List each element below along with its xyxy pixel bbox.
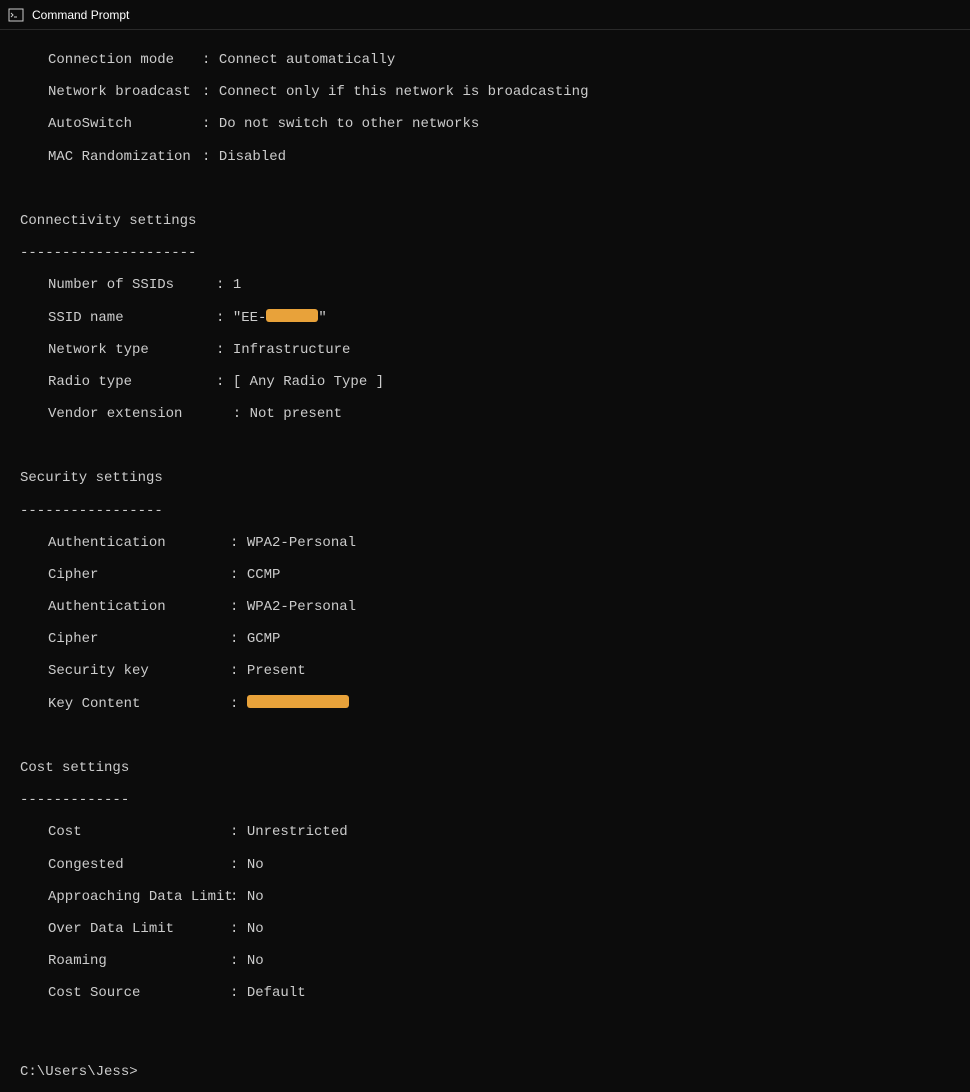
value: GCMP	[247, 631, 281, 647]
separator: :	[216, 310, 233, 326]
separator: :	[230, 985, 247, 1001]
row-congested: Congested: No	[20, 857, 950, 873]
separator: :	[230, 535, 247, 551]
row-approaching: Approaching Data Limit: No	[20, 889, 950, 905]
separator: :	[216, 374, 233, 390]
value: Disabled	[219, 149, 286, 165]
label: Cipher	[48, 631, 230, 647]
value: Default	[247, 985, 306, 1001]
label: Network broadcast	[48, 84, 202, 100]
row-number-ssids: Number of SSIDs: 1	[20, 277, 950, 293]
value: Present	[247, 663, 306, 679]
row-roaming: Roaming: No	[20, 953, 950, 969]
value: WPA2-Personal	[247, 599, 356, 615]
row-key-content: Key Content:	[20, 696, 950, 712]
label: Over Data Limit	[48, 921, 230, 937]
row-ssid-name: SSID name: "EE- "	[20, 310, 950, 326]
value: No	[247, 921, 264, 937]
separator: :	[216, 342, 233, 358]
section-cost-title: Cost settings	[20, 760, 950, 776]
label: Radio type	[48, 374, 216, 390]
separator: :	[216, 277, 233, 293]
row-over: Over Data Limit: No	[20, 921, 950, 937]
separator: :	[230, 696, 247, 712]
label: Network type	[48, 342, 216, 358]
row-cipher2: Cipher: GCMP	[20, 631, 950, 647]
value: WPA2-Personal	[247, 535, 356, 551]
label: Cipher	[48, 567, 230, 583]
separator: :	[230, 631, 247, 647]
redacted-key	[247, 695, 349, 708]
value: Unrestricted	[247, 824, 348, 840]
value: Connect only if this network is broadcas…	[219, 84, 589, 100]
separator: :	[230, 889, 247, 905]
label: Cost Source	[48, 985, 230, 1001]
label: Authentication	[48, 535, 230, 551]
value: No	[247, 889, 264, 905]
redacted-ssid	[266, 309, 318, 322]
section-security-title: Security settings	[20, 470, 950, 486]
row-auth2: Authentication: WPA2-Personal	[20, 599, 950, 615]
label: Number of SSIDs	[48, 277, 216, 293]
command-prompt[interactable]: C:\Users\Jess>	[20, 1064, 950, 1080]
label: Cost	[48, 824, 230, 840]
value: No	[247, 857, 264, 873]
value: No	[247, 953, 264, 969]
section-connectivity-title: Connectivity settings	[20, 213, 950, 229]
value-suffix: "	[318, 310, 326, 326]
value: Do not switch to other networks	[219, 116, 479, 132]
label: MAC Randomization	[48, 149, 202, 165]
row-vendor-extension: Vendor extension : Not present	[20, 406, 950, 422]
separator: :	[202, 52, 219, 68]
separator: :	[216, 406, 250, 422]
label: Connection mode	[48, 52, 202, 68]
row-security-key: Security key: Present	[20, 663, 950, 679]
label: Security key	[48, 663, 230, 679]
label: SSID name	[48, 310, 216, 326]
label: Congested	[48, 857, 230, 873]
value: 1	[233, 277, 241, 293]
row-network-type: Network type: Infrastructure	[20, 342, 950, 358]
terminal-output: Connection mode: Connect automatically N…	[0, 30, 970, 1092]
label: Vendor extension	[48, 406, 216, 422]
row-network-broadcast: Network broadcast: Connect only if this …	[20, 84, 950, 100]
separator: :	[202, 84, 219, 100]
value: Connect automatically	[219, 52, 395, 68]
separator: :	[230, 953, 247, 969]
row-cost-source: Cost Source: Default	[20, 985, 950, 1001]
row-radio-type: Radio type: [ Any Radio Type ]	[20, 374, 950, 390]
row-cipher1: Cipher: CCMP	[20, 567, 950, 583]
label: AutoSwitch	[48, 116, 202, 132]
prompt-text: C:\Users\Jess>	[20, 1064, 138, 1080]
section-cost-dashes: -------------	[20, 792, 950, 808]
label: Roaming	[48, 953, 230, 969]
row-mac-randomization: MAC Randomization: Disabled	[20, 149, 950, 165]
label: Approaching Data Limit	[48, 889, 230, 905]
separator: :	[202, 116, 219, 132]
value-prefix: "EE-	[233, 310, 267, 326]
label: Key Content	[48, 696, 230, 712]
label: Authentication	[48, 599, 230, 615]
separator: :	[230, 599, 247, 615]
row-auth1: Authentication: WPA2-Personal	[20, 535, 950, 551]
separator: :	[230, 567, 247, 583]
separator: :	[230, 857, 247, 873]
cmd-icon	[8, 7, 24, 23]
row-connection-mode: Connection mode: Connect automatically	[20, 52, 950, 68]
separator: :	[230, 663, 247, 679]
separator: :	[202, 149, 219, 165]
section-security-dashes: -----------------	[20, 503, 950, 519]
row-autoswitch: AutoSwitch: Do not switch to other netwo…	[20, 116, 950, 132]
separator: :	[230, 824, 247, 840]
value: [ Any Radio Type ]	[233, 374, 384, 390]
value: Not present	[250, 406, 342, 422]
window-title: Command Prompt	[32, 8, 129, 22]
row-cost: Cost: Unrestricted	[20, 824, 950, 840]
value: CCMP	[247, 567, 281, 583]
separator: :	[230, 921, 247, 937]
value: Infrastructure	[233, 342, 351, 358]
section-connectivity-dashes: ---------------------	[20, 245, 950, 261]
titlebar[interactable]: Command Prompt	[0, 0, 970, 30]
